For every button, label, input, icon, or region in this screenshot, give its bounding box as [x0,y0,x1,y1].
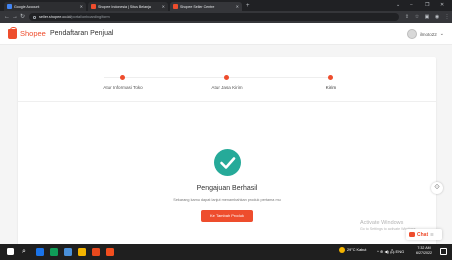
chat-bubble-icon [409,232,415,237]
success-description: Sekarang kamu dapat lanjut menambahkan p… [173,198,281,202]
close-tab-icon[interactable]: ✕ [162,4,165,9]
back-arrow-icon[interactable]: ← [4,13,10,21]
step-label-submit: Kirim [325,85,337,90]
page-title: Pendaftaran Penjual [50,30,114,37]
username: ilmoto22 [419,31,437,37]
shopee-favicon-icon [173,4,178,9]
divider [18,101,436,102]
clock-date: 6/27/2022 [416,251,432,255]
step-dot-2 [224,75,229,80]
add-product-button[interactable]: Ke Tambah Produk [201,210,253,222]
windows-taskbar: ⌕ 29°C Kabut ^ ⊕ ◀) 🖧 ENG 7:32 AM 6/27/2… [0,244,452,260]
browser-tab-bar: Google Account ✕ Shopee Indonesia | Situ… [0,0,452,11]
clock[interactable]: 7:32 AM 6/27/2022 [416,246,432,256]
tab-shopee-seller-centre[interactable]: Shopee Seller Centre ✕ [170,2,242,11]
tab-label: Google Account [14,4,40,9]
tab-label: Shopee Seller Centre [180,4,215,9]
close-tab-icon[interactable]: ✕ [80,4,83,9]
tab-google-account[interactable]: Google Account ✕ [4,2,86,11]
help-float-icon[interactable]: ⟐ [431,182,443,194]
reload-icon[interactable]: ↻ [20,13,25,21]
pinned-app-icon[interactable] [106,248,114,256]
tab-search-icon[interactable]: ⌄ [396,1,400,9]
step-label-store-info: Atur Informasi Toko [103,85,143,90]
close-window-button[interactable]: ✕ [440,1,444,9]
chat-list-icon[interactable]: ☰ [430,232,434,237]
success-title: Pengajuan Berhasil [196,185,258,192]
forward-arrow-icon[interactable]: → [12,13,18,21]
close-tab-icon[interactable]: ✕ [236,4,239,9]
search-icon[interactable]: ⌕ [22,247,26,257]
brand-name[interactable]: Shopee [20,29,46,39]
system-tray[interactable]: ^ ⊕ ◀) 🖧 ENG [377,249,404,256]
edge-browser-icon[interactable] [36,248,44,256]
tab-shopee-indonesia[interactable]: Shopee Indonesia | Situs Belanja ✕ [88,2,168,11]
profile-icon[interactable]: ◉ [434,14,440,20]
stepper-track [104,77,330,78]
minimize-button[interactable]: − [410,1,413,9]
url-text: seller.shopee.co.id/portal/onboarding/fo… [39,15,110,19]
registration-card: Atur Informasi Toko Atur Jasa Kirim Kiri… [18,57,436,247]
step-label-shipping: Atur Jasa Kirim [211,85,243,90]
avatar [406,29,417,39]
url-host: seller.shopee.co.id [39,15,71,19]
weather-widget[interactable]: 29°C Kabut [339,247,366,253]
url-path: /portal/onboarding/form [70,15,110,19]
google-favicon-icon [7,4,12,9]
tab-label: Shopee Indonesia | Situs Belanja [98,4,151,9]
notification-icon[interactable] [440,248,447,255]
chrome-icon[interactable] [50,248,58,256]
extension-icon[interactable]: ▣ [424,14,430,20]
seller-header: Shopee Pendaftaran Penjual ilmoto22 ⌄ [0,23,452,45]
chevron-down-icon: ⌄ [439,31,444,37]
shopee-favicon-icon [91,4,96,9]
share-icon[interactable]: ⇪ [404,14,410,20]
office-app-icon[interactable] [92,248,100,256]
screen: Google Account ✕ Shopee Indonesia | Situ… [0,0,452,260]
browser-menu-icon[interactable]: ⋮ [444,14,450,20]
restore-button[interactable]: ❐ [425,1,429,9]
address-bar[interactable]: seller.shopee.co.id/portal/onboarding/fo… [29,13,399,21]
shopee-bag-logo-icon[interactable] [8,27,17,39]
weather-text: 29°C Kabut [347,248,367,252]
chat-label: Chat [417,231,429,238]
windows-start-icon[interactable] [7,248,14,255]
step-dot-1 [120,75,125,80]
browser-toolbar: ← → ↻ seller.shopee.co.id/portal/onboard… [0,11,452,23]
bookmark-star-icon[interactable]: ☆ [414,14,420,20]
watermark-title: Activate Windows [360,220,404,226]
new-tab-button[interactable]: + [246,2,250,10]
weather-icon [339,247,345,253]
lock-icon [33,15,36,19]
file-explorer-icon[interactable] [78,248,86,256]
chat-button[interactable]: Chat ☰ [406,229,442,240]
user-menu[interactable]: ilmoto22 ⌄ [406,29,444,39]
success-check-icon [214,149,241,176]
step-dot-3 [328,75,333,80]
mail-icon[interactable] [64,248,72,256]
page-body: Shopee Pendaftaran Penjual ilmoto22 ⌄ At… [0,23,452,247]
